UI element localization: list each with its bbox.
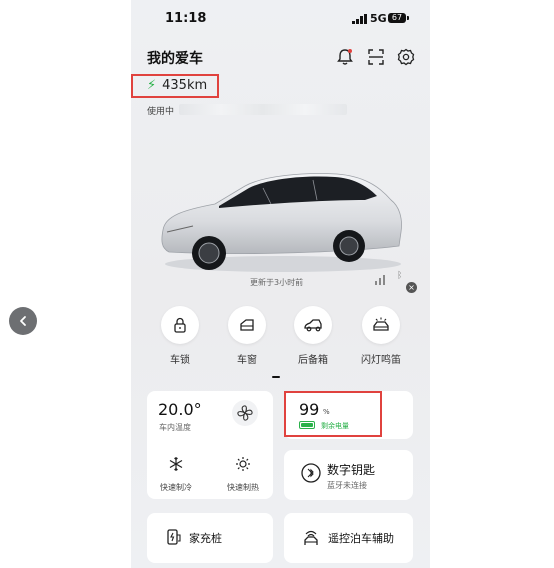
quick-heat-label: 快速制热 bbox=[227, 483, 259, 492]
battery-level-fill bbox=[301, 423, 313, 427]
close-icon[interactable]: × bbox=[406, 282, 417, 293]
quick-cool-label: 快速制冷 bbox=[160, 483, 192, 492]
scan-icon[interactable] bbox=[366, 47, 386, 67]
sun-icon bbox=[236, 457, 250, 471]
previous-arrow-button[interactable] bbox=[9, 307, 37, 335]
chevron-left-icon bbox=[20, 316, 26, 326]
battery-percent-unit: % bbox=[323, 408, 330, 416]
quick-action-trunk[interactable]: 后备箱 bbox=[283, 306, 343, 366]
battery-indicator: 67 bbox=[388, 13, 409, 23]
window-icon bbox=[240, 319, 254, 331]
battery-label: 剩余电量 bbox=[321, 422, 349, 430]
remote-parking-label: 遥控泊车辅助 bbox=[328, 532, 394, 545]
quick-action-label: 后备箱 bbox=[298, 355, 328, 366]
quick-action-flash-horn[interactable]: 闪灯鸣笛 bbox=[351, 306, 411, 366]
bluetooth-status-icon: ᛒ bbox=[397, 271, 403, 281]
battery-level-bar bbox=[299, 421, 315, 429]
fan-button[interactable] bbox=[232, 400, 258, 426]
digital-key-subtitle: 蓝牙未连接 bbox=[327, 481, 367, 490]
quick-action-label: 车锁 bbox=[170, 355, 190, 366]
quick-heat-button[interactable]: 快速制热 bbox=[213, 456, 273, 493]
snowflake-icon bbox=[169, 457, 183, 471]
fan-icon bbox=[237, 405, 253, 421]
lock-icon bbox=[174, 317, 186, 333]
phone-screen: 11:18 5G 67 我的爱车 ⚡ 435km 使用中 更新于3小时前 ᛒ ×… bbox=[131, 0, 430, 568]
quick-action-window[interactable]: 车窗 bbox=[217, 306, 277, 366]
redacted-plate bbox=[179, 104, 347, 115]
cabin-temperature-label: 车内温度 bbox=[159, 423, 191, 432]
network-type: 5G bbox=[370, 12, 387, 25]
status-bar: 11:18 5G 67 bbox=[131, 0, 430, 40]
car-signal-icon bbox=[375, 275, 385, 285]
remote-parking-icon bbox=[304, 530, 318, 545]
quick-action-lock[interactable]: 车锁 bbox=[150, 306, 210, 366]
car-image bbox=[161, 173, 402, 272]
digital-key-icon bbox=[301, 463, 321, 483]
trunk-icon bbox=[304, 319, 322, 332]
bolt-icon: ⚡ bbox=[147, 78, 157, 93]
using-label: 使用中 bbox=[147, 107, 175, 117]
range-readout: ⚡ 435km bbox=[147, 78, 207, 93]
charger-icon bbox=[167, 529, 181, 545]
page-title: 我的爱车 bbox=[147, 51, 203, 67]
home-charger-label: 家充桩 bbox=[189, 532, 222, 545]
update-time: 更新于3小时前 bbox=[250, 278, 304, 287]
range-value: 435km bbox=[162, 78, 208, 93]
cellular-signal-icon bbox=[352, 14, 367, 24]
digital-key-title: 数字钥匙 bbox=[327, 463, 376, 477]
page-indicator bbox=[272, 376, 280, 378]
quick-action-label: 闪灯鸣笛 bbox=[361, 355, 401, 366]
flash-horn-icon bbox=[373, 317, 389, 331]
gear-icon[interactable] bbox=[396, 47, 416, 67]
battery-percent: 99 bbox=[299, 400, 320, 419]
status-time: 11:18 bbox=[165, 11, 207, 26]
quick-cool-button[interactable]: 快速制冷 bbox=[146, 456, 206, 493]
quick-action-label: 车窗 bbox=[237, 355, 257, 366]
cabin-temperature: 20.0° bbox=[158, 400, 202, 419]
bell-icon[interactable] bbox=[335, 47, 355, 67]
